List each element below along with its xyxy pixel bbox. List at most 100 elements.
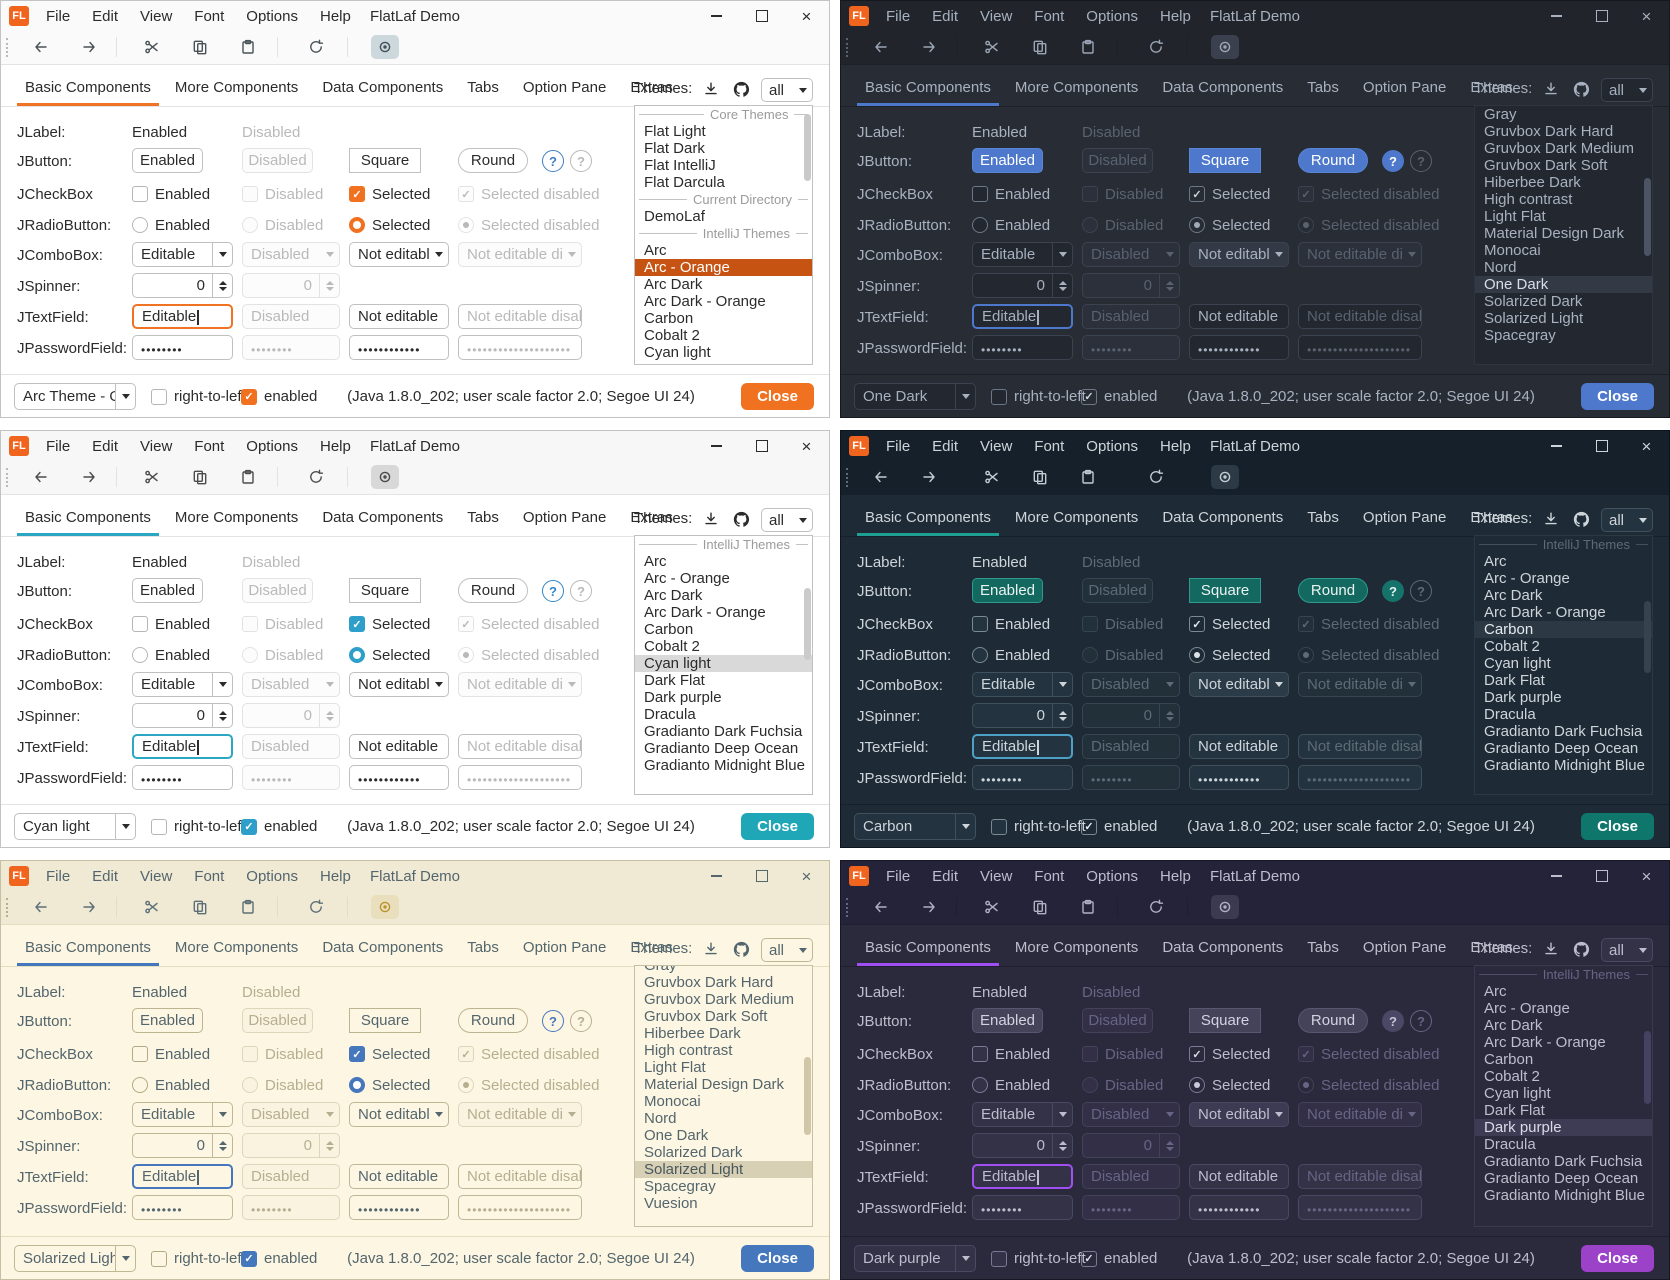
combobox-ne[interactable]: Not editable bbox=[1189, 242, 1289, 267]
tab-more-components[interactable]: More Components bbox=[163, 929, 310, 966]
help-button-icon[interactable]: ? bbox=[1382, 150, 1404, 172]
paste-icon[interactable] bbox=[235, 895, 261, 919]
refresh-icon[interactable] bbox=[1143, 35, 1169, 59]
spinner-arrows-icon[interactable] bbox=[1052, 704, 1072, 727]
copy-icon[interactable] bbox=[1027, 35, 1053, 59]
textfield-ne[interactable]: Not editable bbox=[349, 304, 449, 329]
theme-filter-combobox[interactable]: all bbox=[1601, 938, 1653, 962]
jbutton-enabled[interactable]: Enabled bbox=[972, 148, 1043, 173]
passwordfield-enabled[interactable]: •••••••• bbox=[972, 765, 1073, 790]
download-icon[interactable] bbox=[1539, 507, 1563, 531]
textfield-focus[interactable]: Editable bbox=[132, 304, 233, 329]
passwordfield-ne[interactable]: •••••••••••• bbox=[1189, 1195, 1289, 1220]
minimize-button[interactable] bbox=[1534, 431, 1579, 461]
menu-font[interactable]: Font bbox=[183, 1, 235, 31]
menu-options[interactable]: Options bbox=[235, 431, 309, 461]
close-window-button[interactable]: × bbox=[784, 431, 829, 461]
radio-un[interactable]: Enabled bbox=[972, 212, 1050, 238]
menu-help[interactable]: Help bbox=[309, 861, 362, 891]
cut-icon[interactable] bbox=[139, 465, 165, 489]
checkbox-un[interactable]: ✓Enabled bbox=[972, 611, 1050, 637]
combobox-ne[interactable]: Not editable bbox=[349, 1102, 449, 1127]
tab-data-components[interactable]: Data Components bbox=[310, 499, 455, 536]
theme-filter-combobox[interactable]: all bbox=[761, 78, 813, 102]
tab-more-components[interactable]: More Components bbox=[1003, 499, 1150, 536]
paste-icon[interactable] bbox=[1075, 35, 1101, 59]
spinner[interactable]: 0 bbox=[132, 1133, 233, 1158]
menu-options[interactable]: Options bbox=[1075, 431, 1149, 461]
menu-view[interactable]: View bbox=[129, 861, 183, 891]
jbutton-round[interactable]: Round bbox=[1298, 1008, 1368, 1033]
eye-icon[interactable] bbox=[371, 35, 399, 59]
radio-sel[interactable]: Selected bbox=[1189, 642, 1270, 668]
jbutton-square[interactable]: Square bbox=[349, 1008, 421, 1033]
forward-icon[interactable] bbox=[916, 895, 942, 919]
spinner-arrows-icon[interactable] bbox=[1052, 274, 1072, 297]
passwordfield-ne[interactable]: •••••••••••• bbox=[349, 335, 449, 360]
passwordfield-enabled[interactable]: •••••••• bbox=[132, 1195, 233, 1220]
theme-combobox[interactable]: Dark purple bbox=[854, 1245, 976, 1272]
refresh-icon[interactable] bbox=[1143, 895, 1169, 919]
cut-icon[interactable] bbox=[139, 895, 165, 919]
menu-view[interactable]: View bbox=[129, 431, 183, 461]
eye-icon[interactable] bbox=[1211, 35, 1239, 59]
tab-tabs[interactable]: Tabs bbox=[455, 499, 511, 536]
enabled-checkbox[interactable]: ✓enabled bbox=[241, 1245, 317, 1272]
spinner-arrows-icon[interactable] bbox=[212, 1134, 232, 1157]
menu-options[interactable]: Options bbox=[1075, 1, 1149, 31]
close-button[interactable]: Close bbox=[741, 1245, 814, 1272]
menu-view[interactable]: View bbox=[969, 431, 1023, 461]
jbutton-square[interactable]: Square bbox=[1189, 148, 1261, 173]
menu-edit[interactable]: Edit bbox=[921, 1, 969, 31]
tab-option-pane[interactable]: Option Pane bbox=[511, 69, 618, 106]
toolbar-grip[interactable] bbox=[846, 468, 848, 487]
jbutton-enabled[interactable]: Enabled bbox=[132, 578, 203, 603]
passwordfield-ne[interactable]: •••••••••••• bbox=[1189, 765, 1289, 790]
download-icon[interactable] bbox=[699, 937, 723, 961]
enabled-checkbox[interactable]: ✓enabled bbox=[1081, 1245, 1157, 1272]
minimize-button[interactable] bbox=[694, 861, 739, 891]
copy-icon[interactable] bbox=[1027, 895, 1053, 919]
cut-icon[interactable] bbox=[979, 465, 1005, 489]
cut-icon[interactable] bbox=[139, 35, 165, 59]
enabled-checkbox[interactable]: ✓enabled bbox=[241, 813, 317, 840]
cut-icon[interactable] bbox=[979, 895, 1005, 919]
tab-option-pane[interactable]: Option Pane bbox=[511, 499, 618, 536]
radio-un[interactable]: Enabled bbox=[972, 642, 1050, 668]
menu-help[interactable]: Help bbox=[309, 431, 362, 461]
tab-basic-components[interactable]: Basic Components bbox=[853, 69, 1003, 106]
tab-more-components[interactable]: More Components bbox=[1003, 929, 1150, 966]
menu-view[interactable]: View bbox=[969, 861, 1023, 891]
jbutton-round[interactable]: Round bbox=[1298, 578, 1368, 603]
combobox-ne[interactable]: Not editable bbox=[349, 672, 449, 697]
maximize-button[interactable] bbox=[739, 861, 784, 891]
theme-combobox[interactable]: Carbon bbox=[854, 813, 976, 840]
right-to-left-checkbox[interactable]: ✓right-to-left bbox=[151, 813, 246, 840]
menu-edit[interactable]: Edit bbox=[81, 1, 129, 31]
jbutton-round[interactable]: Round bbox=[458, 578, 528, 603]
right-to-left-checkbox[interactable]: ✓right-to-left bbox=[991, 813, 1086, 840]
download-icon[interactable] bbox=[699, 77, 723, 101]
radio-sel[interactable]: Selected bbox=[1189, 1072, 1270, 1098]
checkbox-sel[interactable]: ✓Selected bbox=[349, 1041, 430, 1067]
theme-list-item[interactable]: Gray bbox=[635, 965, 812, 974]
jbutton-round[interactable]: Round bbox=[1298, 148, 1368, 173]
jbutton-square[interactable]: Square bbox=[1189, 1008, 1261, 1033]
jbutton-square[interactable]: Square bbox=[1189, 578, 1261, 603]
menu-file[interactable]: File bbox=[875, 431, 921, 461]
passwordfield-ne[interactable]: •••••••••••• bbox=[1189, 335, 1289, 360]
github-icon[interactable] bbox=[729, 937, 753, 961]
refresh-icon[interactable] bbox=[1143, 465, 1169, 489]
close-button[interactable]: Close bbox=[741, 383, 814, 410]
enabled-checkbox[interactable]: ✓enabled bbox=[1081, 813, 1157, 840]
tab-data-components[interactable]: Data Components bbox=[1150, 69, 1295, 106]
refresh-icon[interactable] bbox=[303, 465, 329, 489]
tab-option-pane[interactable]: Option Pane bbox=[511, 929, 618, 966]
radio-sel[interactable]: Selected bbox=[349, 642, 430, 668]
tab-tabs[interactable]: Tabs bbox=[455, 929, 511, 966]
theme-filter-combobox[interactable]: all bbox=[761, 938, 813, 962]
combobox-ed[interactable]: Editable bbox=[972, 242, 1073, 267]
paste-icon[interactable] bbox=[1075, 895, 1101, 919]
tab-tabs[interactable]: Tabs bbox=[1295, 69, 1351, 106]
menu-font[interactable]: Font bbox=[183, 861, 235, 891]
